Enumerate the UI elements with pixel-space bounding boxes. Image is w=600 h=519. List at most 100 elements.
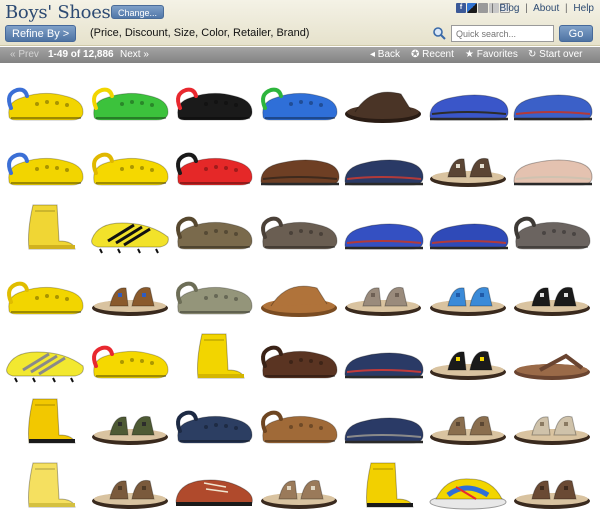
product-thumbnail[interactable] [257, 330, 341, 386]
product-thumbnail[interactable] [341, 459, 425, 515]
shoe-image [91, 345, 169, 379]
blog-link[interactable]: Blog [499, 3, 519, 14]
product-thumbnail[interactable] [510, 72, 594, 128]
shoe-image [176, 216, 253, 250]
top-links: | Blog | About | Help [488, 3, 594, 14]
product-thumbnail[interactable] [510, 266, 594, 322]
product-thumbnail[interactable] [426, 459, 510, 515]
product-thumbnail[interactable] [341, 330, 425, 386]
go-button[interactable]: Go [559, 25, 593, 42]
product-thumbnail[interactable] [88, 266, 172, 322]
shoe-image [91, 286, 168, 316]
back-link[interactable]: ◂ Back [370, 47, 400, 63]
product-thumbnail[interactable] [3, 201, 87, 257]
shoe-image [91, 415, 168, 445]
product-thumbnail[interactable] [341, 395, 425, 451]
digg-icon[interactable] [478, 3, 488, 13]
delicious-icon[interactable] [467, 3, 477, 13]
shoe-image [259, 159, 340, 185]
start-over-link[interactable]: ↻ Start over [528, 47, 583, 63]
results-count: 1-49 of 12,886 [48, 49, 114, 60]
shoe-image [513, 94, 593, 121]
search-icon[interactable] [432, 26, 446, 40]
shoe-image [429, 350, 506, 380]
shoe-image [428, 94, 509, 121]
product-thumbnail[interactable] [88, 395, 172, 451]
shoe-image [260, 345, 338, 379]
prev-page-link[interactable]: « Prev [10, 47, 39, 63]
shoe-image [91, 152, 169, 185]
product-thumbnail[interactable] [88, 137, 172, 193]
product-thumbnail[interactable] [88, 459, 172, 515]
product-thumbnail[interactable] [172, 459, 256, 515]
product-thumbnail[interactable] [3, 330, 87, 386]
product-thumbnail[interactable] [257, 266, 341, 322]
product-thumbnail[interactable] [257, 72, 341, 128]
facebook-icon[interactable]: f [456, 3, 466, 13]
shoe-image [176, 87, 253, 121]
shoe-image [429, 286, 506, 316]
product-thumbnail[interactable] [510, 137, 594, 193]
separator: | [565, 3, 568, 14]
shoe-image [514, 479, 590, 509]
shoe-image [344, 417, 424, 443]
recent-link[interactable]: ✪ Recent [411, 47, 454, 63]
shoe-image [6, 351, 84, 383]
product-thumbnail[interactable] [510, 459, 594, 515]
shoe-image [514, 286, 590, 316]
next-page-link[interactable]: Next » [120, 47, 149, 63]
product-thumbnail[interactable] [426, 201, 510, 257]
refine-by-button[interactable]: Refine By > [5, 25, 77, 42]
product-thumbnail[interactable] [3, 266, 87, 322]
product-thumbnail[interactable] [3, 137, 87, 193]
product-thumbnail[interactable] [257, 459, 341, 515]
shoe-image [428, 223, 509, 250]
product-thumbnail[interactable] [426, 330, 510, 386]
product-thumbnail[interactable] [341, 72, 425, 128]
shoe-image [429, 157, 506, 187]
product-thumbnail[interactable] [257, 201, 341, 257]
product-thumbnail[interactable] [88, 201, 172, 257]
favorites-link[interactable]: ★ Favorites [465, 47, 518, 63]
product-thumbnail[interactable] [426, 72, 510, 128]
shoe-image [28, 462, 76, 508]
shoe-image [429, 478, 506, 510]
product-thumbnail[interactable] [3, 395, 87, 451]
shoe-image [260, 216, 338, 250]
product-thumbnail[interactable] [172, 137, 256, 193]
product-thumbnail[interactable] [257, 395, 341, 451]
shoe-image [176, 152, 253, 185]
change-category-button[interactable]: Change... [111, 5, 165, 19]
product-thumbnail[interactable] [88, 330, 172, 386]
shoe-image [28, 398, 76, 443]
product-thumbnail[interactable] [3, 72, 87, 128]
shoe-image [7, 152, 84, 185]
shoe-image [344, 159, 424, 185]
shoe-image [345, 286, 421, 316]
product-thumbnail[interactable] [172, 395, 256, 451]
product-thumbnail[interactable] [510, 395, 594, 451]
product-thumbnail[interactable] [172, 72, 256, 128]
product-thumbnail[interactable] [172, 266, 256, 322]
shoe-image [197, 333, 245, 379]
product-thumbnail[interactable] [341, 137, 425, 193]
shoe-image [91, 479, 168, 509]
product-thumbnail[interactable] [426, 395, 510, 451]
product-thumbnail[interactable] [341, 266, 425, 322]
quick-search-input[interactable] [451, 25, 554, 42]
product-thumbnail[interactable] [257, 137, 341, 193]
product-thumbnail[interactable] [510, 201, 594, 257]
shoe-image [260, 479, 337, 509]
shoe-image [176, 410, 253, 443]
product-thumbnail[interactable] [88, 72, 172, 128]
product-thumbnail[interactable] [3, 459, 87, 515]
about-link[interactable]: About [533, 3, 559, 14]
product-thumbnail[interactable] [172, 201, 256, 257]
product-thumbnail[interactable] [172, 330, 256, 386]
product-thumbnail[interactable] [426, 137, 510, 193]
help-link[interactable]: Help [573, 3, 594, 14]
product-thumbnail[interactable] [341, 201, 425, 257]
shoe-image [90, 222, 169, 254]
product-thumbnail[interactable] [426, 266, 510, 322]
product-thumbnail[interactable] [510, 330, 594, 386]
